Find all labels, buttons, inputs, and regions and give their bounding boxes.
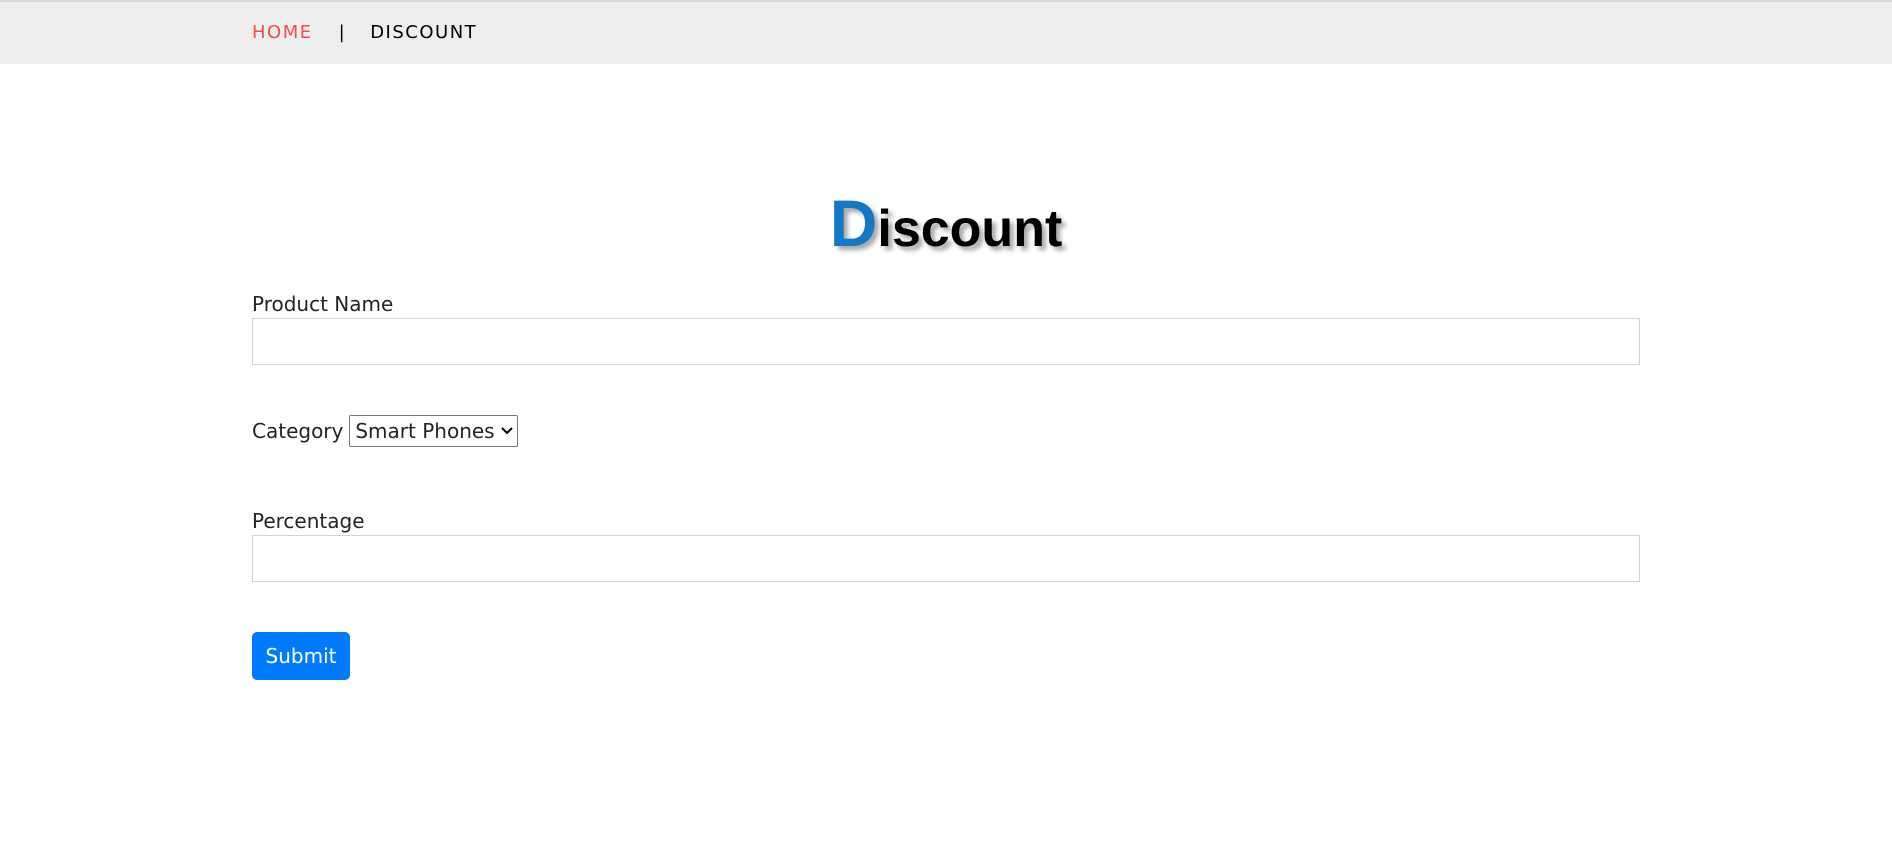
nav-links: HOME | DISCOUNT — [252, 22, 477, 43]
category-label: Category — [252, 419, 344, 443]
product-name-label: Product Name — [252, 292, 394, 316]
page-title-rest: iscount — [877, 199, 1063, 258]
category-select[interactable]: Smart Phones — [349, 415, 518, 447]
nav-home-link[interactable]: HOME — [252, 22, 313, 43]
top-navbar: HOME | DISCOUNT — [0, 0, 1892, 64]
nav-separator: | — [338, 22, 347, 43]
category-selected-value: Smart Phones — [355, 419, 495, 443]
product-name-input[interactable] — [252, 318, 1640, 365]
percentage-input[interactable] — [252, 535, 1640, 582]
page-title-first-letter: D — [829, 185, 878, 260]
category-group: Category Smart Phones — [252, 415, 1640, 447]
product-name-group: Product Name — [252, 292, 1640, 365]
percentage-group: Percentage — [252, 509, 1640, 582]
nav-discount-link[interactable]: DISCOUNT — [370, 22, 477, 43]
submit-button[interactable]: Submit — [252, 632, 350, 680]
discount-form: Product Name Category Smart Phones Perce… — [252, 292, 1640, 680]
chevron-down-icon — [500, 423, 513, 439]
page-title: Discount — [0, 190, 1892, 256]
percentage-label: Percentage — [252, 509, 365, 533]
